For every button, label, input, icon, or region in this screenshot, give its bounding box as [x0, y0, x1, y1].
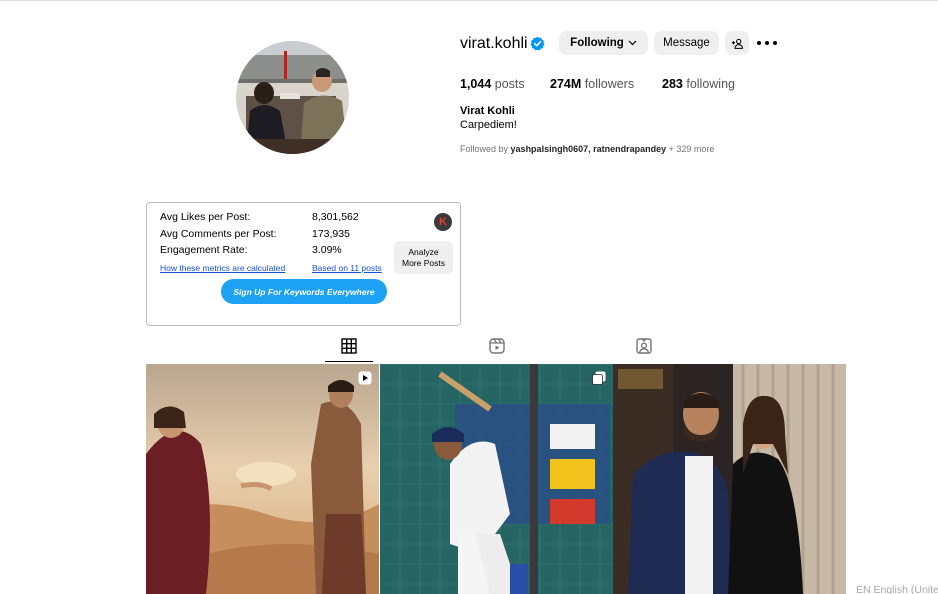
- analyze-more-posts-button[interactable]: Analyze More Posts: [394, 241, 453, 274]
- metrics-info-link[interactable]: How these metrics are calculated: [160, 263, 285, 273]
- keywords-everywhere-panel: Avg Likes per Post: 8,301,562 Avg Commen…: [146, 202, 461, 326]
- avg-comments-value: 173,935: [312, 228, 350, 240]
- followed-by-users: yashpalsingh0607, ratnendrapandey: [510, 144, 667, 154]
- posts-count-value: 1,044: [460, 77, 492, 91]
- profile-avatar[interactable]: [236, 41, 349, 154]
- following-count[interactable]: 283 following: [662, 77, 735, 91]
- followers-count-label: followers: [584, 77, 635, 91]
- top-divider: [0, 0, 938, 1]
- post-thumbnail[interactable]: [380, 364, 613, 594]
- reel-badge-icon: [358, 371, 372, 385]
- tagged-icon: [636, 338, 652, 354]
- keywords-everywhere-logo-icon: K: [434, 213, 452, 231]
- following-button[interactable]: Following: [559, 31, 648, 55]
- add-user-icon: [731, 38, 743, 49]
- following-count-label: following: [686, 77, 735, 91]
- message-button[interactable]: Message: [654, 31, 719, 55]
- engagement-rate-value: 3.09%: [312, 244, 342, 256]
- profile-username: virat.kohli: [460, 35, 528, 52]
- post-thumbnail[interactable]: [146, 364, 379, 594]
- post-thumbnail[interactable]: [613, 364, 846, 594]
- tab-tagged[interactable]: [635, 337, 653, 355]
- analyze-label-line2: More Posts: [402, 257, 445, 268]
- chevron-down-icon: [628, 38, 637, 48]
- avg-comments-label: Avg Comments per Post:: [160, 228, 277, 240]
- active-tab-indicator: [325, 361, 373, 362]
- avg-likes-value: 8,301,562: [312, 211, 359, 223]
- followers-count-value: 274M: [550, 77, 582, 91]
- engagement-rate-label: Engagement Rate:: [160, 244, 248, 256]
- reels-icon: [489, 338, 505, 354]
- posts-count: 1,044 posts: [460, 77, 525, 91]
- following-count-value: 283: [662, 77, 683, 91]
- more-options-icon[interactable]: [757, 36, 777, 50]
- signup-keywords-everywhere-button[interactable]: Sign Up For Keywords Everywhere: [221, 279, 387, 304]
- based-on-posts-link[interactable]: Based on 11 posts: [312, 263, 382, 273]
- followers-count[interactable]: 274M followers: [550, 77, 634, 91]
- profile-bio: Carpediem!: [460, 119, 517, 131]
- avg-likes-label: Avg Likes per Post:: [160, 211, 251, 223]
- analyze-label-line1: Analyze: [408, 246, 439, 257]
- posts-count-label: posts: [494, 77, 525, 91]
- language-indicator[interactable]: EN English (Unite: [856, 584, 938, 594]
- tab-posts[interactable]: [340, 337, 358, 355]
- following-button-label: Following: [570, 37, 624, 49]
- grid-icon: [341, 338, 357, 354]
- followed-by-prefix: Followed by: [460, 144, 509, 154]
- followed-by[interactable]: Followed by yashpalsingh0607, ratnendrap…: [460, 144, 714, 154]
- suggested-users-button[interactable]: [725, 31, 749, 55]
- carousel-badge-icon: [592, 371, 606, 385]
- profile-full-name: Virat Kohli: [460, 105, 515, 117]
- followed-by-more: + 329 more: [668, 144, 715, 154]
- tab-reels[interactable]: [488, 337, 506, 355]
- verified-badge-icon: [530, 36, 545, 51]
